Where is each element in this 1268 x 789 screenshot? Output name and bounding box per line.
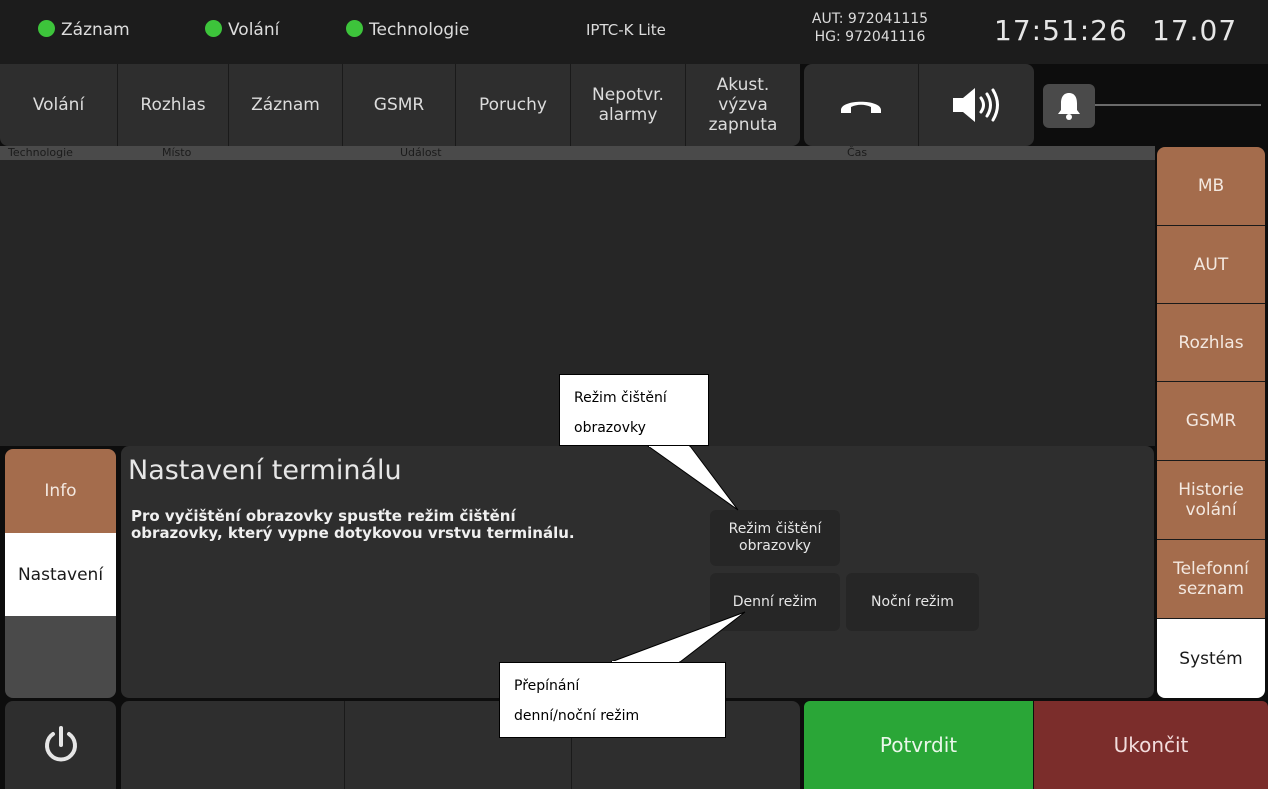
callout-clean-mode: Režim čištění obrazovky — [559, 374, 709, 446]
callout-day-night-mode: Přepínání denní/noční režim — [499, 662, 726, 738]
